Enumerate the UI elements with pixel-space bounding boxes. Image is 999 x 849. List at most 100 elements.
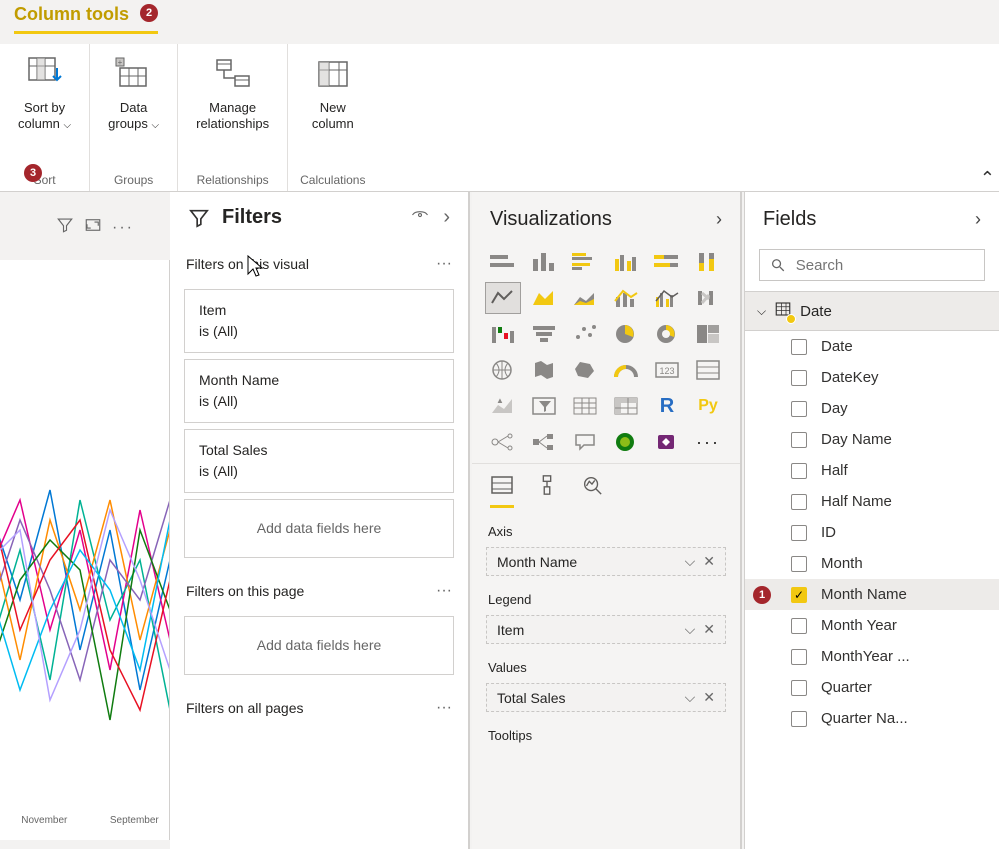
line-clustered-column-icon[interactable] <box>650 283 684 313</box>
fields-tab[interactable] <box>490 474 514 508</box>
qna-icon[interactable] <box>568 427 602 457</box>
matrix-icon[interactable] <box>609 391 643 421</box>
field-row-date[interactable]: Date <box>745 331 999 362</box>
stacked-column-100-icon[interactable] <box>691 247 725 277</box>
axis-well[interactable]: Month Name ⌵✕ <box>486 547 726 576</box>
preview-icon[interactable] <box>411 206 429 229</box>
field-row-datekey[interactable]: DateKey <box>745 362 999 393</box>
remove-icon[interactable]: ✕ <box>703 689 715 706</box>
field-row-day[interactable]: Day <box>745 393 999 424</box>
checkbox[interactable] <box>791 401 807 417</box>
fields-table-date[interactable]: ⌵ Date <box>745 291 999 331</box>
field-row-id[interactable]: ID <box>745 517 999 548</box>
filter-page-add-placeholder[interactable]: Add data fields here <box>184 616 454 675</box>
stacked-bar-icon[interactable] <box>486 247 520 277</box>
checkbox[interactable] <box>791 494 807 510</box>
values-well[interactable]: Total Sales ⌵✕ <box>486 683 726 712</box>
checkbox[interactable] <box>791 463 807 479</box>
search-input[interactable] <box>796 257 974 274</box>
scatter-icon[interactable] <box>568 319 602 349</box>
checkbox[interactable] <box>791 339 807 355</box>
ribbon-overflow-caret[interactable]: ⌃ <box>980 168 995 189</box>
field-row-day-name[interactable]: Day Name <box>745 424 999 455</box>
card-icon[interactable]: 123 <box>650 355 684 385</box>
checkbox[interactable] <box>791 711 807 727</box>
format-tab[interactable] <box>536 474 558 508</box>
chevron-down-icon[interactable]: ⌵ <box>685 553 696 570</box>
analytics-tab[interactable] <box>580 474 604 508</box>
stacked-column-icon[interactable] <box>527 247 561 277</box>
line-chart-icon[interactable] <box>486 283 520 313</box>
power-apps-icon[interactable] <box>650 427 684 457</box>
checkbox[interactable] <box>791 556 807 572</box>
clustered-bar-icon[interactable] <box>568 247 602 277</box>
stacked-bar-100-icon[interactable] <box>650 247 684 277</box>
line-stacked-column-icon[interactable] <box>609 283 643 313</box>
area-chart-icon[interactable] <box>527 283 561 313</box>
ribbon-tab-column-tools[interactable]: Column tools 2 <box>14 4 158 34</box>
key-influencers-icon[interactable] <box>486 427 520 457</box>
ribbon-chart-icon[interactable] <box>691 283 725 313</box>
filled-map-icon[interactable] <box>527 355 561 385</box>
pie-icon[interactable] <box>609 319 643 349</box>
r-visual-icon[interactable]: R <box>650 391 684 421</box>
field-row-quarter-na-[interactable]: Quarter Na... <box>745 703 999 734</box>
new-column-button[interactable]: New column <box>306 50 360 135</box>
sort-by-column-button[interactable]: Sort by column ⌵ <box>12 50 77 136</box>
field-row-half-name[interactable]: Half Name <box>745 486 999 517</box>
checkbox[interactable] <box>791 618 807 634</box>
filters-page-more[interactable]: ··· <box>436 582 452 600</box>
fields-collapse-chevron[interactable]: › <box>975 209 981 230</box>
table-icon[interactable] <box>568 391 602 421</box>
checkbox[interactable] <box>791 649 807 665</box>
field-row-month-year[interactable]: Month Year <box>745 610 999 641</box>
manage-relationships-button[interactable]: Manage relationships <box>190 50 275 135</box>
collapse-chevron-icon[interactable]: › <box>443 206 450 229</box>
checkbox[interactable] <box>791 370 807 386</box>
donut-icon[interactable] <box>650 319 684 349</box>
filter-visual-add-placeholder[interactable]: Add data fields here <box>184 499 454 558</box>
checkbox[interactable] <box>791 432 807 448</box>
filter-card-total-sales[interactable]: Total Sales is (All) <box>184 429 454 493</box>
treemap-icon[interactable] <box>691 319 725 349</box>
fields-search[interactable] <box>759 249 985 281</box>
filter-card-item[interactable]: Item is (All) <box>184 289 454 353</box>
legend-well[interactable]: Item ⌵✕ <box>486 615 726 644</box>
shape-map-icon[interactable] <box>568 355 602 385</box>
viz-collapse-chevron[interactable]: › <box>716 209 722 230</box>
remove-icon[interactable]: ✕ <box>703 621 715 638</box>
visual-focus-icon[interactable] <box>84 216 102 239</box>
stacked-area-icon[interactable] <box>568 283 602 313</box>
visual-more-icon[interactable]: ··· <box>112 219 134 237</box>
decomposition-tree-icon[interactable] <box>527 427 561 457</box>
gauge-icon[interactable] <box>609 355 643 385</box>
field-row-month-name[interactable]: 1✓Month Name <box>745 579 999 610</box>
slicer-icon[interactable] <box>527 391 561 421</box>
waterfall-icon[interactable] <box>486 319 520 349</box>
py-visual-icon[interactable]: Py <box>691 391 725 421</box>
kpi-icon[interactable]: ▲ <box>486 391 520 421</box>
chevron-down-icon[interactable]: ⌵ <box>685 689 696 706</box>
map-icon[interactable] <box>486 355 520 385</box>
field-row-monthyear-[interactable]: MonthYear ... <box>745 641 999 672</box>
filters-visual-more[interactable]: ··· <box>436 255 452 273</box>
filters-all-more[interactable]: ··· <box>436 699 452 717</box>
filter-card-month-name[interactable]: Month Name is (All) <box>184 359 454 423</box>
remove-icon[interactable]: ✕ <box>703 553 715 570</box>
field-row-half[interactable]: Half <box>745 455 999 486</box>
get-more-visuals-icon[interactable]: ··· <box>691 427 725 457</box>
field-row-month[interactable]: Month <box>745 548 999 579</box>
checkbox[interactable]: ✓ <box>791 587 807 603</box>
chart-visual[interactable]: November September <box>0 260 170 840</box>
chevron-down-icon[interactable]: ⌵ <box>685 621 696 638</box>
multi-card-icon[interactable] <box>691 355 725 385</box>
checkbox[interactable] <box>791 680 807 696</box>
clustered-column-icon[interactable] <box>609 247 643 277</box>
visual-filter-icon[interactable] <box>56 216 74 239</box>
funnel-icon[interactable] <box>527 319 561 349</box>
field-row-quarter[interactable]: Quarter <box>745 672 999 703</box>
chevron-down-icon[interactable]: ⌵ <box>757 304 766 319</box>
checkbox[interactable] <box>791 525 807 541</box>
arcgis-icon[interactable] <box>609 427 643 457</box>
data-groups-button[interactable]: + Data groups ⌵ <box>102 50 165 136</box>
